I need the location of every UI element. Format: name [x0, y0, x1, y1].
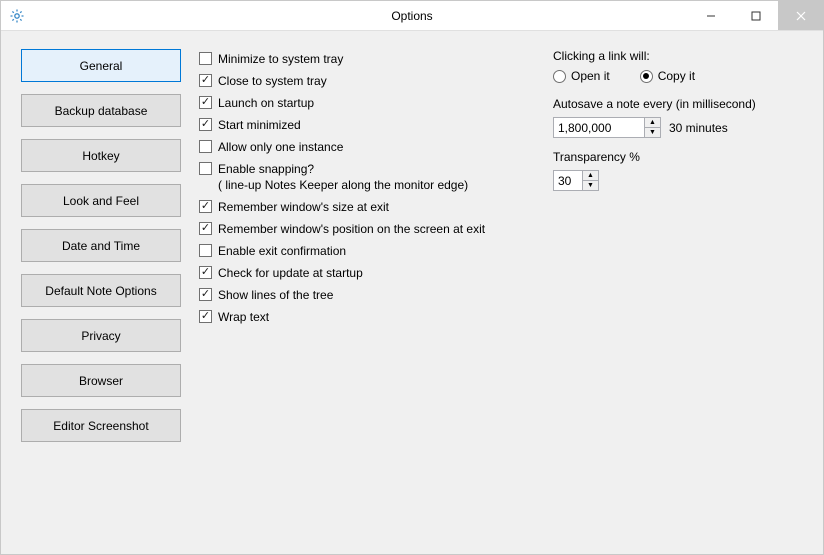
checkbox-label: Minimize to system tray [218, 51, 343, 67]
checkbox-icon [199, 74, 212, 87]
transparency-spinner: ▲ ▼ [553, 170, 599, 191]
checkbox-row[interactable]: Wrap text [199, 309, 543, 325]
spinner-buttons: ▲ ▼ [582, 171, 598, 190]
sidebar-item-backup-database[interactable]: Backup database [21, 94, 181, 127]
maximize-button[interactable] [733, 1, 778, 30]
sidebar: General Backup database Hotkey Look and Fee… [21, 49, 181, 534]
sidebar-item-general[interactable]: General [21, 49, 181, 82]
checkbox-label: Remember window's size at exit [218, 199, 389, 215]
radio-open-it[interactable]: Open it [553, 69, 610, 83]
checkbox-row[interactable]: Remember window's size at exit [199, 199, 543, 215]
sidebar-item-privacy[interactable]: Privacy [21, 319, 181, 352]
sidebar-item-hotkey[interactable]: Hotkey [21, 139, 181, 172]
checkbox-row[interactable]: Close to system tray [199, 73, 543, 89]
checkbox-label: Enable exit confirmation [218, 243, 346, 259]
checkbox-icon [199, 140, 212, 153]
checkbox-row[interactable]: Enable snapping?( line-up Notes Keeper a… [199, 161, 543, 193]
minimize-button[interactable] [688, 1, 733, 30]
main-panel: Minimize to system tray Close to system t… [181, 49, 803, 534]
content-area: General Backup database Hotkey Look and Fee… [1, 31, 823, 554]
spinner-up-icon[interactable]: ▲ [645, 118, 660, 128]
checkbox-icon [199, 52, 212, 65]
checkbox-label: Show lines of the tree [218, 287, 333, 303]
radio-label: Open it [571, 69, 610, 83]
checkbox-row[interactable]: Allow only one instance [199, 139, 543, 155]
autosave-input[interactable] [554, 121, 644, 135]
spinner-buttons: ▲ ▼ [644, 118, 660, 137]
checkbox-label: Remember window's position on the screen… [218, 221, 485, 237]
checkbox-label: Check for update at startup [218, 265, 363, 281]
checkbox-icon [199, 118, 212, 131]
sidebar-item-look-and-feel[interactable]: Look and Feel [21, 184, 181, 217]
right-column: Clicking a link will: Open it Copy it Au… [543, 49, 803, 534]
transparency-label: Transparency % [553, 150, 803, 164]
checkbox-icon [199, 96, 212, 109]
checkbox-icon [199, 200, 212, 213]
checkbox-row[interactable]: Remember window's position on the screen… [199, 221, 543, 237]
radio-copy-it[interactable]: Copy it [640, 69, 695, 83]
checkbox-icon [199, 244, 212, 257]
spinner-down-icon[interactable]: ▼ [645, 128, 660, 137]
checkbox-row[interactable]: Launch on startup [199, 95, 543, 111]
checkbox-label: Allow only one instance [218, 139, 343, 155]
checkbox-label: Close to system tray [218, 73, 327, 89]
autosave-row: ▲ ▼ 30 minutes [553, 117, 803, 138]
checkbox-row[interactable]: Show lines of the tree [199, 287, 543, 303]
checkbox-label: Start minimized [218, 117, 301, 133]
transparency-input[interactable] [554, 174, 582, 188]
checkbox-icon [199, 222, 212, 235]
checkbox-row[interactable]: Enable exit confirmation [199, 243, 543, 259]
link-action-label: Clicking a link will: [553, 49, 803, 63]
checkbox-icon [199, 288, 212, 301]
window-controls [688, 1, 823, 30]
checkbox-icon [199, 162, 212, 175]
spinner-down-icon[interactable]: ▼ [583, 181, 598, 190]
checkbox-icon [199, 266, 212, 279]
sidebar-item-editor-screenshot[interactable]: Editor Screenshot [21, 409, 181, 442]
sidebar-item-date-and-time[interactable]: Date and Time [21, 229, 181, 262]
checkbox-column: Minimize to system tray Close to system t… [199, 49, 543, 534]
checkbox-label: Enable snapping?( line-up Notes Keeper a… [218, 161, 468, 193]
autosave-label: Autosave a note every (in millisecond) [553, 97, 803, 111]
checkbox-row[interactable]: Check for update at startup [199, 265, 543, 281]
checkbox-row[interactable]: Start minimized [199, 117, 543, 133]
link-action-radios: Open it Copy it [553, 69, 803, 83]
radio-label: Copy it [658, 69, 695, 83]
sidebar-item-default-note-options[interactable]: Default Note Options [21, 274, 181, 307]
checkbox-label: Launch on startup [218, 95, 314, 111]
options-window: Options General Backup database Hotkey Look… [0, 0, 824, 555]
autosave-display: 30 minutes [669, 121, 728, 135]
sidebar-item-browser[interactable]: Browser [21, 364, 181, 397]
radio-dot-icon [640, 70, 653, 83]
transparency-row: ▲ ▼ [553, 170, 803, 191]
gear-icon [9, 8, 25, 24]
close-button[interactable] [778, 1, 823, 30]
checkbox-label: Wrap text [218, 309, 269, 325]
autosave-spinner: ▲ ▼ [553, 117, 661, 138]
checkbox-icon [199, 310, 212, 323]
checkbox-row[interactable]: Minimize to system tray [199, 51, 543, 67]
spinner-up-icon[interactable]: ▲ [583, 171, 598, 181]
radio-dot-icon [553, 70, 566, 83]
titlebar: Options [1, 1, 823, 31]
